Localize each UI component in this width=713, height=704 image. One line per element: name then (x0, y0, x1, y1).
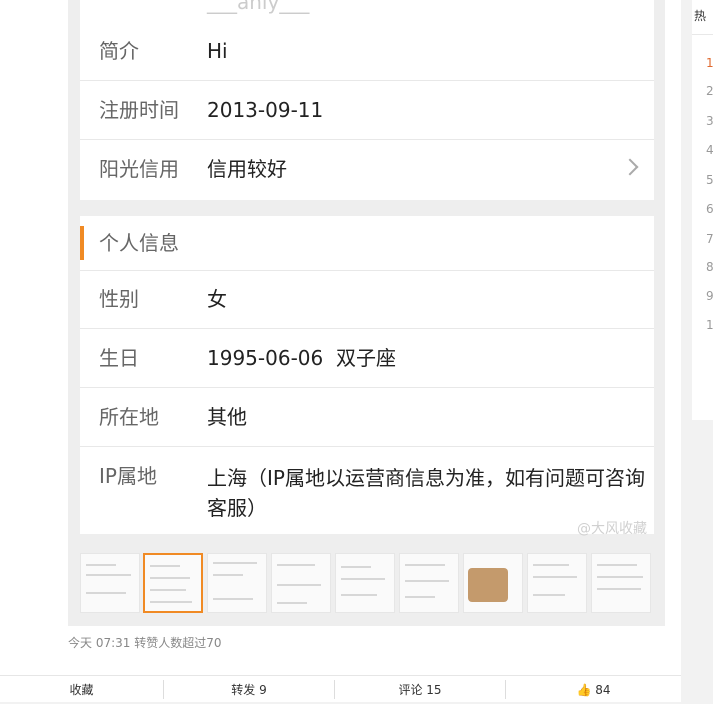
blurred-nickname: ___anly___ (207, 0, 310, 14)
thumbnail-2-active[interactable] (143, 553, 203, 613)
birthday-value: 1995-06-06 双子座 (207, 346, 396, 370)
personal-info-title: 个人信息 (99, 231, 179, 255)
rank-1[interactable]: 1 (706, 56, 713, 70)
thumbnail-4[interactable] (271, 553, 331, 613)
bio-label: 简介 (99, 39, 139, 63)
hot-search-sidebar: 热 1 2 3 4 5 6 7 8 9 1 (692, 0, 713, 420)
gender-label: 性别 (99, 287, 139, 311)
birthday-label: 生日 (99, 346, 139, 370)
personal-info-card: 个人信息 性别 女 生日 1995-06-06 双子座 所在地 其他 IP属地 … (80, 216, 654, 534)
location-label: 所在地 (99, 405, 159, 429)
comment-button[interactable]: 评论 15 (335, 676, 505, 703)
thumbnail-3[interactable] (207, 553, 267, 613)
post-image[interactable]: ___anly___ 简介 Hi 注册时间 2013-09-11 阳光信用 信用… (68, 0, 665, 626)
thumbnail-1[interactable] (80, 553, 140, 613)
rank-2[interactable]: 2 (706, 84, 713, 98)
action-bar: 收藏 转发 9 评论 15 👍 84 (0, 675, 681, 703)
dog-photo-thumb (468, 568, 508, 602)
sidebar-heading: 热 (692, 0, 713, 35)
info-row-gender: 性别 女 (80, 270, 654, 329)
thumbnail-6[interactable] (399, 553, 459, 613)
info-row-location: 所在地 其他 (80, 388, 654, 447)
chevron-right-icon (621, 158, 639, 176)
rank-9[interactable]: 9 (706, 289, 713, 303)
thumbnail-9[interactable] (591, 553, 651, 613)
location-value: 其他 (207, 405, 247, 429)
profile-row-register-date: 注册时间 2013-09-11 (80, 81, 654, 140)
register-label: 注册时间 (99, 98, 179, 122)
rank-6[interactable]: 6 (706, 202, 713, 216)
rank-5[interactable]: 5 (706, 173, 713, 187)
register-value: 2013-09-11 (207, 98, 324, 122)
gender-value: 女 (207, 287, 227, 311)
info-row-ip: IP属地 上海（IP属地以运营商信息为准，如有问题可咨询客服） (80, 447, 654, 534)
thumbnail-5[interactable] (335, 553, 395, 613)
like-button[interactable]: 👍 84 (506, 676, 681, 703)
repost-button[interactable]: 转发 9 (164, 676, 334, 703)
profile-row-bio: 简介 Hi (80, 22, 654, 81)
thumbnail-7-photo[interactable] (463, 553, 523, 613)
credit-label: 阳光信用 (99, 157, 179, 181)
rank-3[interactable]: 3 (706, 114, 713, 128)
thumbnail-8[interactable] (527, 553, 587, 613)
thumbs-up-icon: 👍 (576, 683, 592, 697)
post-meta: 今天 07:31 转赞人数超过70 (68, 636, 222, 650)
ip-label: IP属地 (99, 464, 157, 488)
thumbnail-strip (76, 553, 660, 615)
rank-8[interactable]: 8 (706, 260, 713, 274)
rank-7[interactable]: 7 (706, 232, 713, 246)
like-count: 84 (595, 683, 611, 697)
info-row-birthday: 生日 1995-06-06 双子座 (80, 329, 654, 388)
ip-value: 上海（IP属地以运营商信息为准，如有问题可咨询客服） (207, 466, 645, 520)
bio-value: Hi (207, 39, 228, 63)
weibo-post: ___anly___ 简介 Hi 注册时间 2013-09-11 阳光信用 信用… (0, 0, 681, 702)
rank-4[interactable]: 4 (706, 143, 713, 157)
personal-info-header: 个人信息 (80, 216, 654, 271)
profile-card: ___anly___ 简介 Hi 注册时间 2013-09-11 阳光信用 信用… (80, 0, 654, 200)
accent-bar (80, 226, 84, 260)
credit-value: 信用较好 (207, 157, 287, 181)
rank-10[interactable]: 1 (706, 318, 713, 332)
profile-row-credit: 阳光信用 信用较好 (80, 140, 654, 198)
watermark: @大风收藏 (577, 521, 647, 537)
favorite-button[interactable]: 收藏 (0, 676, 163, 703)
